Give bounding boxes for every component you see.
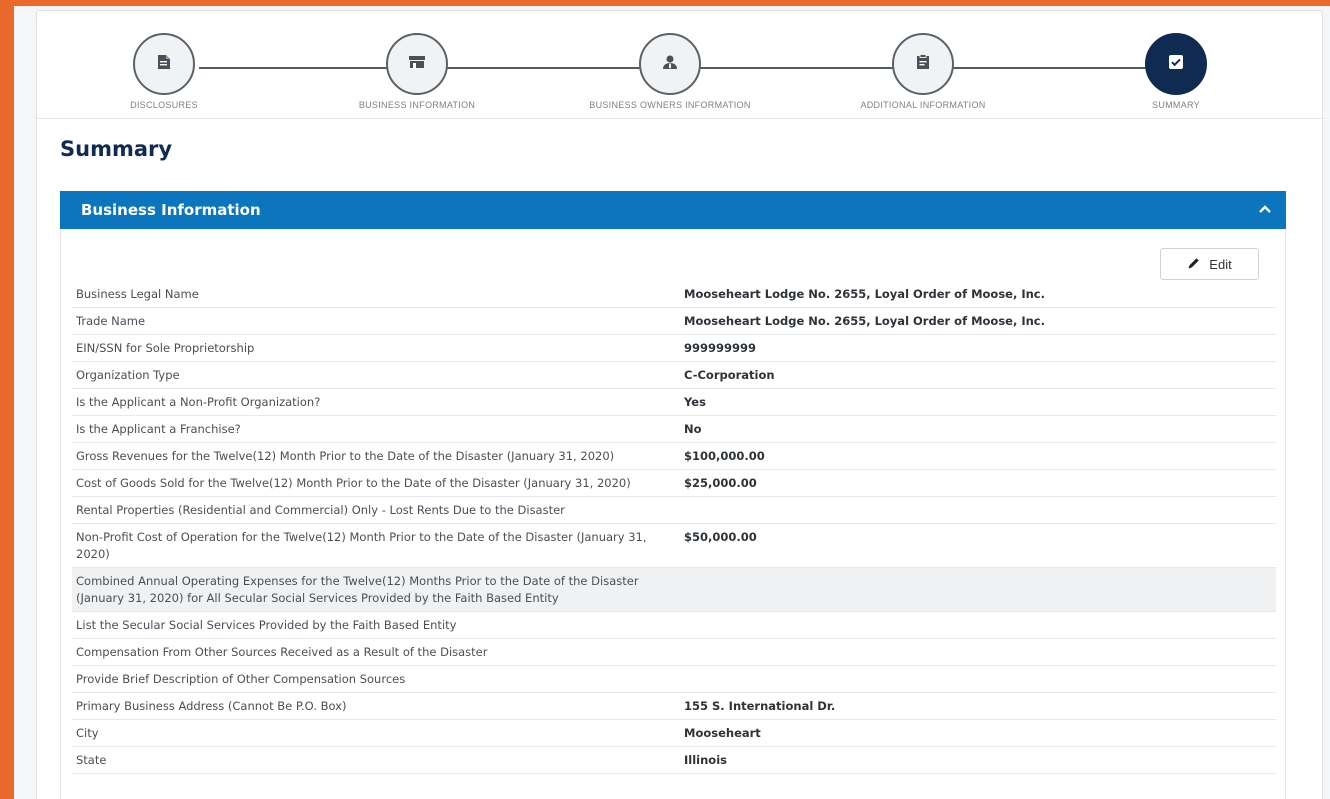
field-label: Cost of Goods Sold for the Twelve(12) Mo… xyxy=(76,476,631,490)
field-label: Organization Type xyxy=(76,368,180,382)
user-tie-icon xyxy=(662,54,678,75)
table-row: Cost of Goods Sold for the Twelve(12) Mo… xyxy=(72,470,1276,497)
table-row: State Illinois xyxy=(72,747,1276,774)
field-label: EIN/SSN for Sole Proprietorship xyxy=(76,341,255,355)
step-label: BUSINESS INFORMATION xyxy=(358,100,476,110)
field-value xyxy=(684,502,1276,519)
step-circle xyxy=(892,33,954,95)
field-value xyxy=(684,671,1276,688)
field-value: $100,000.00 xyxy=(684,449,765,463)
field-value: Mooseheart xyxy=(684,726,761,740)
table-row: Combined Annual Operating Expenses for t… xyxy=(72,568,1276,612)
edit-label: Edit xyxy=(1209,256,1232,272)
page-title: Summary xyxy=(60,137,173,161)
field-label: Non-Profit Cost of Operation for the Twe… xyxy=(76,530,647,561)
table-row: Primary Business Address (Cannot Be P.O.… xyxy=(72,693,1276,720)
left-accent-bar xyxy=(0,0,14,799)
pencil-icon xyxy=(1187,256,1201,273)
field-label: Is the Applicant a Non-Profit Organizati… xyxy=(76,395,321,409)
field-label: State xyxy=(76,753,107,767)
edit-button[interactable]: Edit xyxy=(1160,248,1259,280)
checkbox-icon xyxy=(1168,54,1184,75)
field-label: Compensation From Other Sources Received… xyxy=(76,645,488,659)
field-value: Mooseheart Lodge No. 2655, Loyal Order o… xyxy=(684,314,1045,328)
field-label: Provide Brief Description of Other Compe… xyxy=(76,672,406,686)
field-label: Combined Annual Operating Expenses for t… xyxy=(76,574,639,605)
step-circle xyxy=(133,33,195,95)
field-label: Primary Business Address (Cannot Be P.O.… xyxy=(76,699,347,713)
step-label: SUMMARY xyxy=(1152,100,1200,110)
storefront-icon xyxy=(408,55,426,74)
business-information-panel-header[interactable]: Business Information xyxy=(60,191,1286,229)
step-business-information[interactable]: BUSINESS INFORMATION xyxy=(317,33,517,110)
step-circle xyxy=(1145,33,1207,95)
panel-title: Business Information xyxy=(81,201,261,219)
field-value: C-Corporation xyxy=(684,368,775,382)
page: DISCLOSURES BUSINESS INFORMATION BUSINES… xyxy=(14,6,1330,799)
chevron-up-icon[interactable] xyxy=(1258,201,1272,219)
step-summary[interactable]: SUMMARY xyxy=(1076,33,1276,110)
field-label: List the Secular Social Services Provide… xyxy=(76,618,457,632)
field-value xyxy=(684,644,1276,661)
table-row: Trade Name Mooseheart Lodge No. 2655, Loy… xyxy=(72,308,1276,335)
field-value: 155 S. International Dr. xyxy=(684,699,836,713)
summary-field-list: Business Legal Name Mooseheart Lodge No. … xyxy=(72,281,1276,774)
field-label: Gross Revenues for the Twelve(12) Month … xyxy=(76,449,615,463)
field-label: Rental Properties (Residential and Comme… xyxy=(76,503,565,517)
step-additional-information[interactable]: ADDITIONAL INFORMATION xyxy=(823,33,1023,110)
progress-stepper: DISCLOSURES BUSINESS INFORMATION BUSINES… xyxy=(37,11,1324,119)
field-label: Is the Applicant a Franchise? xyxy=(76,422,241,436)
field-value: Illinois xyxy=(684,753,727,767)
table-row: Gross Revenues for the Twelve(12) Month … xyxy=(72,443,1276,470)
field-value: Yes xyxy=(684,395,706,409)
field-label: Business Legal Name xyxy=(76,287,199,301)
step-label: ADDITIONAL INFORMATION xyxy=(860,100,986,110)
table-row: Business Legal Name Mooseheart Lodge No. … xyxy=(72,281,1276,308)
field-label: City xyxy=(76,726,99,740)
field-value: Mooseheart Lodge No. 2655, Loyal Order o… xyxy=(684,287,1045,301)
table-row: Is the Applicant a Franchise? No xyxy=(72,416,1276,443)
application-card: DISCLOSURES BUSINESS INFORMATION BUSINES… xyxy=(36,10,1324,799)
step-label: BUSINESS OWNERS INFORMATION xyxy=(589,100,751,110)
field-value: 999999999 xyxy=(684,341,757,355)
step-business-owners-information[interactable]: BUSINESS OWNERS INFORMATION xyxy=(570,33,770,110)
table-row: Non-Profit Cost of Operation for the Twe… xyxy=(72,524,1276,568)
table-row: Provide Brief Description of Other Compe… xyxy=(72,666,1276,693)
table-row: City Mooseheart xyxy=(72,720,1276,747)
field-label: Trade Name xyxy=(76,314,146,328)
table-row: List the Secular Social Services Provide… xyxy=(72,612,1276,639)
table-row: Is the Applicant a Non-Profit Organizati… xyxy=(72,389,1276,416)
document-icon xyxy=(157,54,171,75)
table-row: Compensation From Other Sources Received… xyxy=(72,639,1276,666)
table-row: EIN/SSN for Sole Proprietorship 999999999 xyxy=(72,335,1276,362)
field-value xyxy=(684,617,1276,634)
clipboard-icon xyxy=(916,53,930,75)
step-disclosures[interactable]: DISCLOSURES xyxy=(64,33,264,110)
table-row: Rental Properties (Residential and Comme… xyxy=(72,497,1276,524)
field-value: $25,000.00 xyxy=(684,476,757,490)
field-value xyxy=(684,573,1276,607)
table-row: Organization Type C-Corporation xyxy=(72,362,1276,389)
step-circle xyxy=(639,33,701,95)
step-circle xyxy=(386,33,448,95)
field-value: No xyxy=(684,422,702,436)
step-label: DISCLOSURES xyxy=(130,100,198,110)
field-value: $50,000.00 xyxy=(684,530,757,544)
